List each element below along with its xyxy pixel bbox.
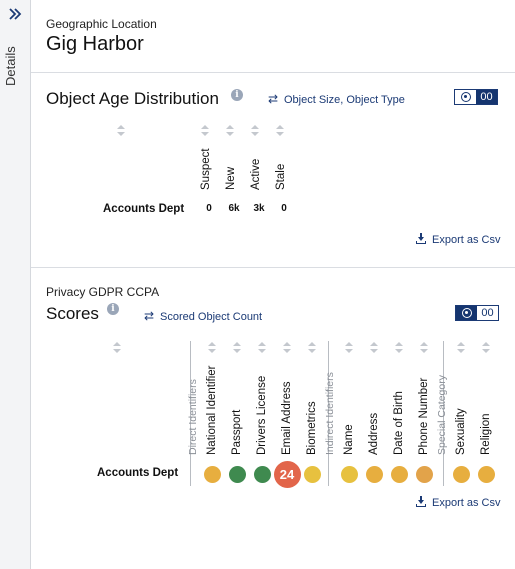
- score-dot[interactable]: 24: [273, 460, 301, 488]
- col-drivers-license[interactable]: Drivers License: [256, 376, 268, 455]
- sort-icon[interactable]: [395, 342, 403, 353]
- value-active: 3k: [253, 203, 265, 214]
- info-icon[interactable]: i: [107, 303, 119, 315]
- group-label: Indirect Identifiers: [324, 372, 336, 455]
- col-address[interactable]: Address: [368, 413, 380, 455]
- score-dot[interactable]: [452, 465, 470, 483]
- col-new[interactable]: New: [225, 167, 237, 190]
- eye-toggle[interactable]: [455, 90, 476, 104]
- scores-switch-link[interactable]: ⇄ Scored Object Count: [144, 309, 262, 323]
- score-dot[interactable]: [203, 465, 221, 483]
- sort-icon[interactable]: [233, 342, 241, 353]
- double-chevron-right-icon[interactable]: [7, 6, 23, 22]
- col-name[interactable]: Name: [343, 424, 355, 455]
- sort-icon[interactable]: [251, 125, 259, 136]
- zero-toggle[interactable]: 00: [476, 90, 497, 104]
- sort-icon[interactable]: [457, 342, 465, 353]
- sort-icon[interactable]: [482, 342, 490, 353]
- value-new: 6k: [228, 203, 240, 214]
- view-toggle[interactable]: 00: [455, 305, 499, 321]
- col-passport[interactable]: Passport: [231, 410, 243, 455]
- sort-icon[interactable]: [117, 125, 125, 136]
- group-label: Direct Identifiers: [187, 379, 199, 455]
- link-separator: ,: [340, 94, 344, 106]
- row-accounts-dept: Accounts Dept: [97, 467, 179, 479]
- col-suspect[interactable]: Suspect: [200, 148, 212, 190]
- divider: [31, 72, 515, 73]
- sort-icon[interactable]: [283, 342, 291, 353]
- eye-icon: [460, 92, 471, 102]
- value-suspect: 0: [206, 203, 212, 214]
- sort-icon[interactable]: [370, 342, 378, 353]
- col-date-of-birth[interactable]: Date of Birth: [393, 391, 405, 455]
- export-csv-button[interactable]: Export as Csv: [416, 496, 500, 509]
- details-rail: Details: [0, 0, 31, 569]
- link-object-size[interactable]: Object Size: [284, 94, 340, 106]
- age-distribution-title: Object Age Distribution: [46, 89, 219, 108]
- details-panel: Geographic Location Gig Harbor Object Ag…: [31, 0, 515, 569]
- score-dot[interactable]: [477, 465, 495, 483]
- zero-toggle[interactable]: 00: [477, 306, 498, 320]
- col-active[interactable]: Active: [250, 159, 262, 190]
- col-religion[interactable]: Religion: [480, 413, 492, 455]
- info-icon[interactable]: i: [231, 89, 243, 101]
- col-phone-number[interactable]: Phone Number: [418, 378, 430, 455]
- score-dot[interactable]: [303, 465, 321, 483]
- swap-icon: ⇄: [268, 92, 279, 106]
- col-sexuality[interactable]: Sexuality: [455, 408, 467, 455]
- eye-icon: [461, 308, 472, 318]
- sort-icon[interactable]: [258, 342, 266, 353]
- group-label: Special Category: [436, 375, 448, 455]
- sort-icon[interactable]: [208, 342, 216, 353]
- sort-icon[interactable]: [113, 342, 121, 353]
- export-label: Export as Csv: [432, 234, 501, 246]
- download-icon: [416, 496, 427, 507]
- sort-icon[interactable]: [276, 125, 284, 136]
- score-dot[interactable]: [365, 465, 383, 483]
- col-biometrics[interactable]: Biometrics: [306, 401, 318, 455]
- col-stale[interactable]: Stale: [275, 164, 287, 190]
- score-dot[interactable]: [390, 465, 408, 483]
- age-switch-links: ⇄ Object Size, Object Type: [268, 92, 405, 106]
- scores-subtitle: Privacy GDPR CCPA: [46, 285, 160, 299]
- divider: [31, 267, 515, 268]
- export-label: Export as Csv: [432, 497, 501, 509]
- download-icon: [416, 233, 427, 244]
- score-dot[interactable]: [415, 465, 433, 483]
- score-dot[interactable]: [253, 465, 271, 483]
- sort-icon[interactable]: [420, 342, 428, 353]
- link-scored-object-count[interactable]: Scored Object Count: [160, 311, 262, 323]
- score-dot[interactable]: [340, 465, 358, 483]
- sort-icon[interactable]: [201, 125, 209, 136]
- details-tab-label[interactable]: Details: [3, 46, 18, 86]
- col-national-identifier[interactable]: National Identifier: [206, 366, 218, 456]
- export-csv-button[interactable]: Export as Csv: [416, 233, 500, 246]
- col-email-address[interactable]: Email Address: [281, 381, 293, 455]
- location-value: Gig Harbor: [46, 33, 144, 55]
- eye-toggle[interactable]: [456, 306, 477, 320]
- row-accounts-dept: Accounts Dept: [103, 203, 185, 215]
- swap-icon: ⇄: [144, 309, 155, 323]
- view-toggle[interactable]: 00: [454, 89, 498, 105]
- link-object-type[interactable]: Object Type: [346, 94, 405, 106]
- scores-title: Scores: [46, 304, 99, 323]
- score-dot[interactable]: [228, 465, 246, 483]
- sort-icon[interactable]: [308, 342, 316, 353]
- value-stale: 0: [281, 203, 287, 214]
- location-label: Geographic Location: [46, 17, 157, 31]
- sort-icon[interactable]: [226, 125, 234, 136]
- sort-icon[interactable]: [345, 342, 353, 353]
